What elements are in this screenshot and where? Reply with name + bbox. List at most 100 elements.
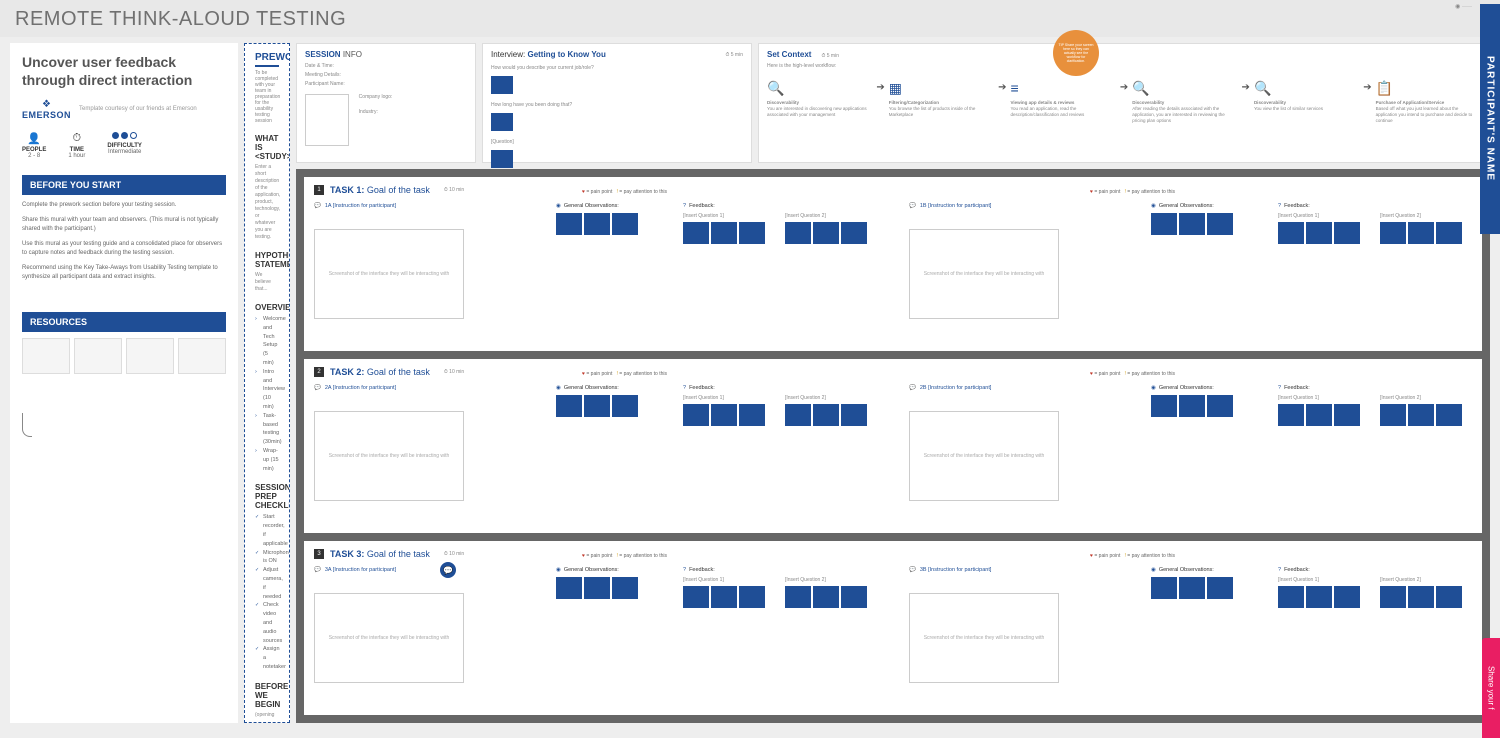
meta-people: 👤 PEOPLE 2 - 8: [22, 132, 46, 159]
sticky-note[interactable]: [584, 577, 610, 599]
sticky-note[interactable]: [785, 586, 811, 608]
sticky-note[interactable]: [683, 222, 709, 244]
before-begin-heading: BEFORE WE BEGIN (opening script): [255, 682, 279, 723]
sticky-note[interactable]: [739, 404, 765, 426]
heart-icon: ♥: [1090, 189, 1093, 195]
arrow-right-icon: ➔: [876, 82, 884, 93]
sticky-note[interactable]: [1334, 404, 1360, 426]
sticky-note[interactable]: [711, 586, 737, 608]
chat-fab-icon[interactable]: 💬: [440, 562, 456, 578]
sticky-note[interactable]: [1278, 222, 1304, 244]
before-text: Use this mural as your testing guide and…: [22, 240, 226, 258]
sticky-note[interactable]: [1380, 222, 1406, 244]
sticky-note[interactable]: [1306, 222, 1332, 244]
sticky-note[interactable]: [841, 404, 867, 426]
feedback-col: ?Feedback: [Insert Question 1] [Insert Q…: [683, 203, 877, 319]
warn-icon: !: [617, 189, 618, 195]
eye-icon: ◉: [1151, 567, 1156, 573]
question-icon: ?: [1278, 203, 1281, 209]
workflow-step: 🔍DiscoverabilityYou view the list of sim…: [1254, 79, 1359, 112]
sticky-note[interactable]: [841, 222, 867, 244]
sticky-note[interactable]: [1207, 577, 1233, 599]
tasks-frame: 1 TASK 1: Goal of the task ⏱ 10 min ♥ = …: [296, 169, 1490, 723]
timer-icon: ⏱ 10 min: [444, 551, 464, 557]
arrow-right-icon: ➔: [1242, 82, 1250, 93]
sticky-note[interactable]: [1334, 586, 1360, 608]
checklist-heading: SESSION PREP CHECKLIST: [255, 483, 279, 510]
before-text: Share this mural with your team and obse…: [22, 216, 226, 234]
sticky-note[interactable]: [612, 213, 638, 235]
feedback-col: ?Feedback: [Insert Question 1] [Insert Q…: [1278, 385, 1472, 501]
sticky-note[interactable]: [556, 577, 582, 599]
participant-photo-box[interactable]: [305, 94, 349, 146]
sticky-note[interactable]: [1380, 586, 1406, 608]
set-context-panel: TIP Share your screen here so they can a…: [758, 43, 1490, 163]
sticky-note[interactable]: [1380, 404, 1406, 426]
sticky-note[interactable]: [491, 113, 513, 131]
sticky-note[interactable]: [739, 222, 765, 244]
sticky-note[interactable]: [813, 586, 839, 608]
sticky-note[interactable]: [1436, 586, 1462, 608]
sticky-note[interactable]: [683, 404, 709, 426]
screenshot-placeholder[interactable]: Screenshot of the interface they will be…: [909, 593, 1059, 683]
sticky-note[interactable]: [1436, 222, 1462, 244]
sticky-note[interactable]: [785, 404, 811, 426]
sticky-note[interactable]: [491, 76, 513, 94]
sticky-note[interactable]: [612, 395, 638, 417]
chat-icon: 💬: [314, 203, 321, 209]
warn-icon: !: [1125, 371, 1126, 377]
chat-icon: 💬: [314, 567, 321, 573]
sticky-note[interactable]: [1408, 404, 1434, 426]
sticky-note[interactable]: [785, 222, 811, 244]
task-panel: 1 TASK 1: Goal of the task ⏱ 10 min ♥ = …: [304, 177, 1482, 351]
sticky-note[interactable]: [1278, 586, 1304, 608]
screenshot-placeholder[interactable]: Screenshot of the interface they will be…: [909, 411, 1059, 501]
sticky-note[interactable]: [556, 213, 582, 235]
sticky-note[interactable]: [1151, 577, 1177, 599]
sticky-note[interactable]: [1334, 222, 1360, 244]
task-number-badge: 3: [314, 549, 324, 559]
resource-thumb[interactable]: [22, 338, 70, 374]
sticky-note[interactable]: [1278, 404, 1304, 426]
screenshot-placeholder[interactable]: Screenshot of the interface they will be…: [314, 411, 464, 501]
sticky-note[interactable]: [1179, 213, 1205, 235]
sticky-note[interactable]: [1207, 395, 1233, 417]
instruction-col: 💬2B [Instruction for participant] Screen…: [909, 385, 1139, 501]
sticky-note[interactable]: [491, 150, 513, 168]
sticky-note[interactable]: [556, 395, 582, 417]
sticky-note[interactable]: [683, 586, 709, 608]
sticky-note[interactable]: [612, 577, 638, 599]
sticky-note[interactable]: [584, 395, 610, 417]
share-feedback-tab[interactable]: Share your f: [1482, 638, 1500, 738]
sticky-note[interactable]: [1207, 213, 1233, 235]
heart-icon: ♥: [1090, 371, 1093, 377]
sticky-note[interactable]: [711, 222, 737, 244]
sticky-note[interactable]: [1306, 586, 1332, 608]
sticky-note[interactable]: [1151, 213, 1177, 235]
sticky-note[interactable]: [1306, 404, 1332, 426]
feedback-col: ?Feedback: [Insert Question 1] [Insert Q…: [683, 567, 877, 683]
sticky-note[interactable]: [739, 586, 765, 608]
sticky-note[interactable]: [1179, 395, 1205, 417]
meta-row: 👤 PEOPLE 2 - 8 ⏱ TIME 1 hour DIFFICULTY …: [22, 132, 226, 159]
sticky-note[interactable]: [813, 222, 839, 244]
screenshot-placeholder[interactable]: Screenshot of the interface they will be…: [314, 229, 464, 319]
resource-thumb[interactable]: [74, 338, 122, 374]
sticky-note[interactable]: [1408, 222, 1434, 244]
screenshot-placeholder[interactable]: Screenshot of the interface they will be…: [314, 593, 464, 683]
sticky-note[interactable]: [813, 404, 839, 426]
resource-thumb[interactable]: [126, 338, 174, 374]
screenshot-placeholder[interactable]: Screenshot of the interface they will be…: [909, 229, 1059, 319]
sticky-note[interactable]: [584, 213, 610, 235]
participant-name-tab[interactable]: PARTICIPANT'S NAME: [1480, 4, 1500, 234]
sticky-note[interactable]: [1151, 395, 1177, 417]
sticky-note[interactable]: [711, 404, 737, 426]
arrow-right-icon: ➔: [1120, 82, 1128, 93]
sticky-note[interactable]: [1436, 404, 1462, 426]
sticky-note[interactable]: [1179, 577, 1205, 599]
overview-heading: OVERVIEW: [255, 303, 279, 312]
sticky-note[interactable]: [841, 586, 867, 608]
sticky-note[interactable]: [1408, 586, 1434, 608]
intro-headline: Uncover user feedback through direct int…: [22, 53, 226, 89]
resource-thumb[interactable]: [178, 338, 226, 374]
